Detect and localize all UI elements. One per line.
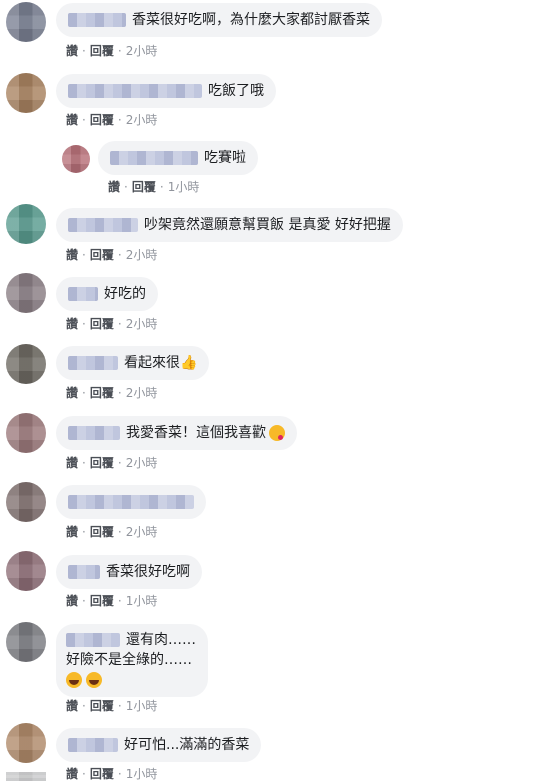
comment-time[interactable]: 2小時: [126, 248, 158, 262]
avatar[interactable]: [6, 551, 46, 591]
avatar[interactable]: [62, 145, 90, 173]
comment-text: 吵架竟然還願意幫買飯 是真愛 好好把握: [144, 217, 391, 233]
laughing-tears-icon: [66, 672, 82, 688]
commenter-name[interactable]: [68, 356, 118, 370]
comment-time[interactable]: 1小時: [168, 180, 200, 194]
comment-actions: 讚 · 回覆 · 2小時: [66, 386, 158, 400]
commenter-name[interactable]: [68, 495, 194, 509]
reply-button[interactable]: 回覆: [90, 767, 114, 781]
comment-actions: 讚 · 回覆 · 1小時: [66, 767, 158, 781]
comment-text: 我愛香菜！這個我喜歡: [126, 425, 266, 441]
like-button[interactable]: 讚: [66, 767, 78, 781]
thumbs-up-icon: 👍: [180, 355, 198, 371]
like-button[interactable]: 讚: [66, 248, 78, 262]
avatar[interactable]: [6, 622, 46, 662]
emoji-row: [66, 670, 196, 690]
comment-actions: 讚 · 回覆 · 2小時: [66, 317, 158, 331]
like-button[interactable]: 讚: [66, 317, 78, 331]
comment-bubble: 吃賽啦: [98, 141, 258, 175]
reply-button[interactable]: 回覆: [90, 44, 114, 58]
avatar[interactable]: [6, 482, 46, 522]
avatar[interactable]: [6, 73, 46, 113]
reply-button[interactable]: 回覆: [90, 525, 114, 539]
like-button[interactable]: 讚: [66, 113, 78, 127]
comment-time[interactable]: 2小時: [126, 44, 158, 58]
like-button[interactable]: 讚: [66, 44, 78, 58]
comment-text: 香菜很好吃啊: [106, 564, 190, 580]
reply-button[interactable]: 回覆: [90, 456, 114, 470]
comment-text: 好可怕...滿滿的香菜: [124, 737, 250, 753]
comment-time[interactable]: 1小時: [126, 699, 158, 713]
commenter-name[interactable]: [68, 565, 100, 579]
reply-button[interactable]: 回覆: [90, 248, 114, 262]
comment-time[interactable]: 2小時: [126, 525, 158, 539]
commenter-name[interactable]: [110, 151, 198, 165]
reply-button[interactable]: 回覆: [90, 594, 114, 608]
comment-bubble: 好可怕...滿滿的香菜: [56, 728, 262, 762]
like-button[interactable]: 讚: [66, 699, 78, 713]
commenter-name[interactable]: [68, 218, 138, 232]
comment-actions: 讚 · 回覆 · 2小時: [66, 44, 158, 58]
comment-time[interactable]: 2小時: [126, 113, 158, 127]
comment-time[interactable]: 2小時: [126, 317, 158, 331]
commenter-name[interactable]: [68, 13, 126, 27]
comment-actions: 讚 · 回覆 · 2小時: [66, 113, 158, 127]
avatar[interactable]: [6, 273, 46, 313]
comment-text: 看起來很: [124, 355, 180, 371]
comment-time[interactable]: 1小時: [126, 594, 158, 608]
comment-actions: 讚 · 回覆 · 2小時: [66, 525, 158, 539]
avatar[interactable]: [6, 204, 46, 244]
commenter-name[interactable]: [68, 287, 98, 301]
comment-bubble: 吵架竟然還願意幫買飯 是真愛 好好把握: [56, 208, 403, 242]
like-button[interactable]: 讚: [66, 456, 78, 470]
comment-text: 吃賽啦: [204, 150, 246, 166]
kiss-face-icon: [269, 425, 285, 441]
reply-button[interactable]: 回覆: [90, 317, 114, 331]
comment-bubble: 好吃的: [56, 277, 158, 311]
commenter-name[interactable]: [68, 738, 118, 752]
reply-button[interactable]: 回覆: [132, 180, 156, 194]
like-button[interactable]: 讚: [66, 386, 78, 400]
avatar[interactable]: [6, 344, 46, 384]
comment-actions: 讚 · 回覆 · 2小時: [66, 456, 158, 470]
comment-text: 吃飯了哦: [208, 83, 264, 99]
reply-button[interactable]: 回覆: [90, 386, 114, 400]
comment-bubble: 還有肉…… 好險不是全綠的……: [56, 624, 208, 697]
avatar[interactable]: [6, 2, 46, 42]
comment-text-line-1: 還有肉……: [126, 632, 196, 648]
laughing-tears-icon: [86, 672, 102, 688]
comment-bubble: 香菜很好吃啊，為什麼大家都討厭香菜: [56, 3, 382, 37]
like-button[interactable]: 讚: [66, 594, 78, 608]
comment-bubble: 我愛香菜！這個我喜歡: [56, 416, 297, 450]
comment-bubble: 看起來很👍: [56, 346, 210, 380]
comment-time[interactable]: 1小時: [126, 767, 158, 781]
commenter-name[interactable]: [66, 633, 120, 647]
reply-button[interactable]: 回覆: [90, 699, 114, 713]
comment-text: 好吃的: [104, 286, 146, 302]
comment-actions: 讚 · 回覆 · 1小時: [108, 180, 200, 194]
comment-bubble: 吃飯了哦: [56, 74, 276, 108]
commenter-name[interactable]: [68, 84, 202, 98]
comment-time[interactable]: 2小時: [126, 386, 158, 400]
avatar[interactable]: [6, 413, 46, 453]
comment-actions: 讚 · 回覆 · 1小時: [66, 699, 158, 713]
avatar[interactable]: [6, 772, 46, 781]
comment-time[interactable]: 2小時: [126, 456, 158, 470]
avatar[interactable]: [6, 723, 46, 763]
comment-bubble: 香菜很好吃啊: [56, 555, 202, 589]
comment-text-line-2: 好險不是全綠的……: [66, 652, 192, 668]
comment-actions: 讚 · 回覆 · 2小時: [66, 248, 158, 262]
commenter-name[interactable]: [68, 426, 120, 440]
comment-actions: 讚 · 回覆 · 1小時: [66, 594, 158, 608]
reply-button[interactable]: 回覆: [90, 113, 114, 127]
comment-bubble: [56, 485, 206, 519]
comment-text: 香菜很好吃啊，為什麼大家都討厭香菜: [132, 12, 370, 28]
like-button[interactable]: 讚: [66, 525, 78, 539]
like-button[interactable]: 讚: [108, 180, 120, 194]
